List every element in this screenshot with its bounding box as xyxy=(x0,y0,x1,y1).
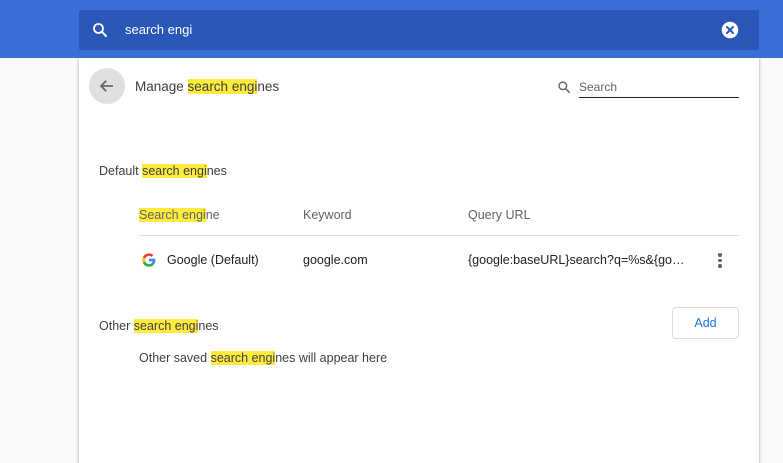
arrow-left-icon xyxy=(99,80,113,92)
column-header-keyword: Keyword xyxy=(303,208,352,222)
search-icon xyxy=(93,23,107,37)
search-icon xyxy=(558,81,571,94)
more-vert-icon xyxy=(718,253,722,257)
back-button[interactable] xyxy=(89,68,125,104)
add-search-engine-button[interactable]: Add xyxy=(672,307,739,339)
settings-search-bar[interactable]: search engi xyxy=(79,10,759,50)
engine-keyword: google.com xyxy=(303,253,368,267)
more-actions-button[interactable] xyxy=(711,250,729,270)
search-engines-search-input[interactable] xyxy=(579,76,739,98)
close-circle-icon[interactable] xyxy=(721,21,739,39)
google-logo-icon xyxy=(142,253,156,267)
top-header: search engi xyxy=(0,0,783,58)
search-input-value[interactable]: search engi xyxy=(125,22,192,37)
engine-name: Google (Default) xyxy=(167,253,259,267)
engine-query-url: {google:baseURL}search?q=%s&{go… xyxy=(468,253,685,267)
table-row: Google (Default) google.com {google:base… xyxy=(139,236,739,282)
column-header-search-engine: Search engine xyxy=(139,208,220,222)
column-header-query-url: Query URL xyxy=(468,208,531,222)
manage-search-engines-card: Manage search engines Default search eng… xyxy=(79,58,759,463)
default-section-title: Default search engines xyxy=(99,164,227,178)
other-section-title: Other search engines xyxy=(99,319,219,333)
empty-state-message: Other saved search engines will appear h… xyxy=(139,351,388,365)
page-title: Manage search engines xyxy=(135,79,280,94)
